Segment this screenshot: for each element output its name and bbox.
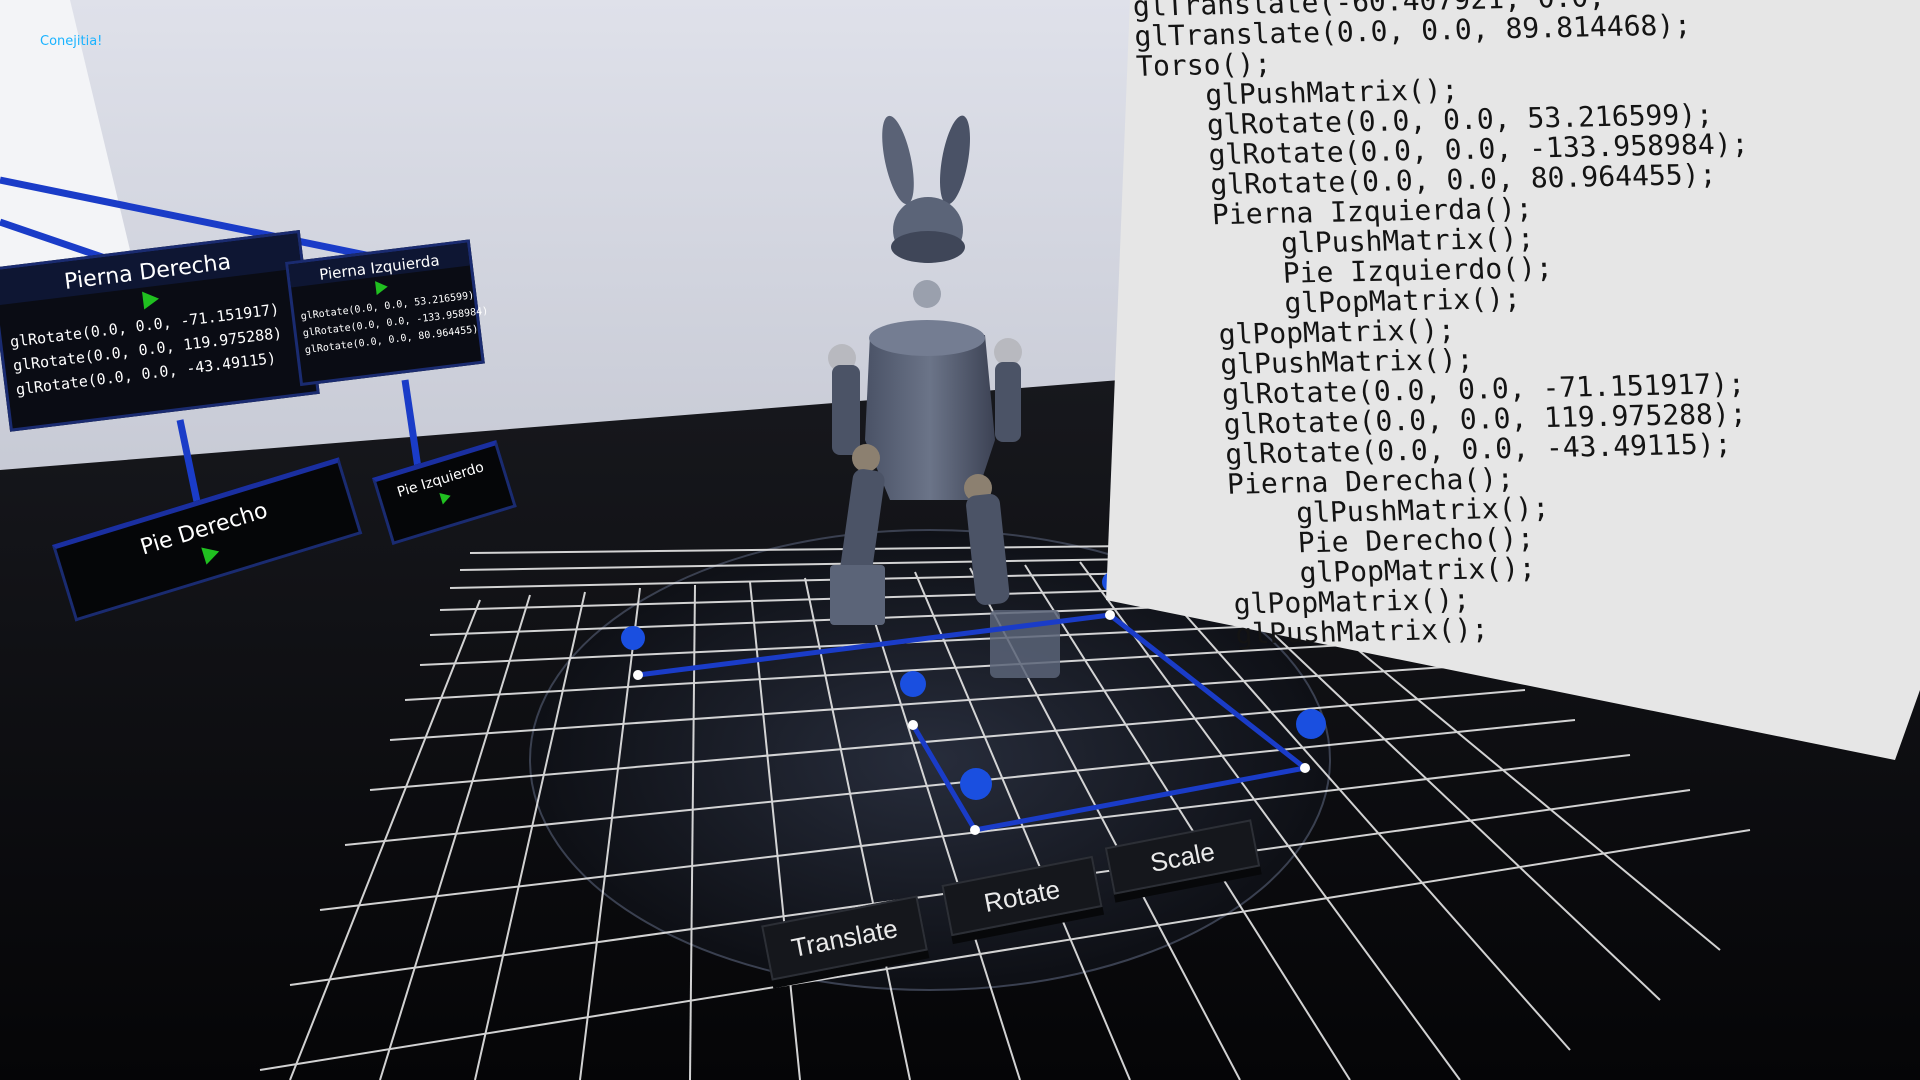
code-wall-text: glTranslate(-60.407921, 0.0, glTranslate… (1132, 0, 1776, 651)
gizmo-handle-center[interactable] (900, 671, 926, 697)
node-panel-pierna-izquierda[interactable]: Pierna Izquierda glRotate(0.0, 0.0, 53.2… (285, 239, 489, 387)
play-icon[interactable] (375, 279, 389, 296)
gizmo-handle-back-left[interactable] (621, 626, 645, 650)
play-icon[interactable] (439, 490, 453, 505)
gizmo-handle-front[interactable] (960, 768, 992, 800)
app-title-label: Conejitia! (40, 34, 103, 49)
play-icon[interactable] (201, 542, 222, 565)
gizmo-handle-right[interactable] (1296, 709, 1326, 739)
play-icon[interactable] (142, 289, 161, 310)
